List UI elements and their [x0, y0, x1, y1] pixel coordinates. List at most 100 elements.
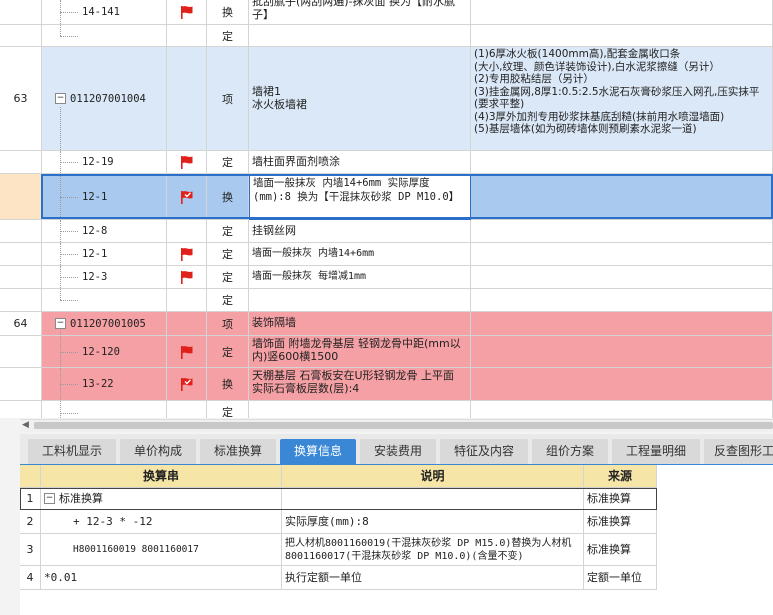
tab-features[interactable]: 特征及内容 — [440, 439, 528, 464]
row-number — [0, 401, 42, 418]
scrollbar-thumb[interactable] — [34, 422, 773, 429]
desc-edit-cell[interactable]: 墙面一般抹灰 内墙14+6mm 实际厚度(mm):8 换为【干混抹灰砂浆 DP … — [249, 174, 471, 220]
source-cell: 标准换算 — [584, 534, 657, 566]
unit-cell: 换 — [207, 174, 249, 220]
code-cell[interactable]: 12-1 — [42, 243, 167, 266]
tab-conversion-info[interactable]: 换算信息 — [280, 439, 356, 464]
row-number: 3 — [20, 534, 41, 566]
tab-quantity-detail[interactable]: 工程量明细 — [612, 439, 700, 464]
code-cell[interactable]: 12-1 — [42, 174, 167, 220]
code-cell[interactable]: 14-141 — [42, 0, 167, 25]
code-cell[interactable] — [42, 401, 167, 418]
feature-cell[interactable] — [471, 336, 773, 368]
tab-labor-material[interactable]: 工料机显示 — [28, 439, 116, 464]
tab-reverse-lookup[interactable]: 反查图形工 — [704, 439, 773, 464]
collapse-toggle[interactable]: − — [55, 318, 66, 329]
tab-pricing-scheme[interactable]: 组价方案 — [532, 439, 608, 464]
horizontal-scrollbar[interactable]: ◀ — [20, 419, 773, 432]
feature-cell[interactable] — [471, 368, 773, 401]
feature-cell[interactable] — [471, 151, 773, 174]
desc-cell[interactable]: 墙面一般抹灰 内墙14+6mm — [249, 243, 471, 266]
unit-cell: 定 — [207, 25, 249, 47]
code-cell[interactable]: 12-3 — [42, 266, 167, 289]
formula-cell[interactable]: H8001160019 8001160017 — [41, 534, 282, 566]
table-row[interactable]: 12-120 定 墙饰面 附墙龙骨基层 轻钢龙骨中距(mm以内)竖600横150… — [0, 336, 773, 368]
row-number — [0, 243, 42, 266]
flag-cell[interactable] — [167, 336, 207, 368]
table-row[interactable]: 4 *0.01 执行定额一单位 定额一单位 — [20, 566, 657, 590]
desc-cell[interactable]: 墙柱面界面剂喷涂 — [249, 151, 471, 174]
table-row[interactable]: 定 — [0, 25, 773, 47]
row-number — [0, 220, 42, 243]
desc-cell[interactable]: 挂钢丝网 — [249, 220, 471, 243]
flag-cell[interactable] — [167, 243, 207, 266]
flag-cell[interactable] — [167, 174, 207, 220]
table-row[interactable]: 12-8 定 挂钢丝网 — [0, 220, 773, 243]
flag-cell[interactable] — [167, 266, 207, 289]
header-formula: 换算串 — [41, 465, 282, 488]
table-row[interactable]: 13-22 换 天棚基层 石膏板安在U形轻钢龙骨 上平面 实际石膏板层数(层):… — [0, 368, 773, 401]
table-row[interactable]: 64 −011207001005 项 装饰隔墙 — [0, 312, 773, 336]
code-cell[interactable]: 13-22 — [42, 368, 167, 401]
formula-cell[interactable]: + 12-3 * -12 — [41, 510, 282, 534]
code-cell[interactable]: 12-8 — [42, 220, 167, 243]
red-flag-icon — [180, 6, 192, 19]
table-row[interactable]: 2 + 12-3 * -12 实际厚度(mm):8 标准换算 — [20, 510, 657, 534]
tab-unit-price[interactable]: 单价构成 — [120, 439, 196, 464]
desc-cell[interactable]: 天棚基层 石膏板安在U形轻钢龙骨 上平面 实际石膏板层数(层):4 — [249, 368, 471, 401]
flag-cell[interactable] — [167, 289, 207, 312]
tab-standard-conversion[interactable]: 标准换算 — [200, 439, 276, 464]
flag-cell[interactable] — [167, 0, 207, 25]
code-text: 12-19 — [82, 156, 114, 168]
code-cell[interactable] — [42, 289, 167, 312]
desc-cell[interactable] — [249, 289, 471, 312]
red-flag-icon — [180, 156, 192, 169]
flag-cell[interactable] — [167, 47, 207, 151]
feature-cell[interactable] — [471, 243, 773, 266]
feature-cell[interactable] — [471, 220, 773, 243]
feature-cell[interactable] — [471, 174, 773, 220]
table-row[interactable]: 定 — [0, 401, 773, 418]
desc-cell[interactable]: 墙裙1 冰火板墙裙 — [249, 47, 471, 151]
desc-cell[interactable]: 装饰隔墙 — [249, 312, 471, 336]
row-number — [0, 336, 42, 368]
flag-cell[interactable] — [167, 401, 207, 418]
code-cell[interactable]: 12-120 — [42, 336, 167, 368]
table-row[interactable]: 12-19 定 墙柱面界面剂喷涂 — [0, 151, 773, 174]
feature-cell[interactable] — [471, 289, 773, 312]
code-cell[interactable]: −011207001004 — [42, 47, 167, 151]
table-row[interactable]: 14-141 换 批刮腻子(两刮两遍)-抹灰面 换为【耐水腻子】 — [0, 0, 773, 25]
flag-cell[interactable] — [167, 368, 207, 401]
desc-cell[interactable] — [249, 401, 471, 418]
table-row[interactable]: 63 −011207001004 项 墙裙1 冰火板墙裙 (1)6厚冰火板(14… — [0, 47, 773, 151]
flag-cell[interactable] — [167, 312, 207, 336]
table-row-selected[interactable]: 12-1 换 墙面一般抹灰 内墙14+6mm 实际厚度(mm):8 换为【干混抹… — [0, 174, 773, 220]
row-focus-outline — [20, 488, 657, 510]
flag-cell[interactable] — [167, 151, 207, 174]
desc-cell[interactable] — [249, 25, 471, 47]
flag-cell[interactable] — [167, 220, 207, 243]
flag-cell[interactable] — [167, 25, 207, 47]
desc-cell[interactable]: 批刮腻子(两刮两遍)-抹灰面 换为【耐水腻子】 — [249, 0, 471, 25]
tab-install-fee[interactable]: 安装费用 — [360, 439, 436, 464]
formula-cell[interactable]: *0.01 — [41, 566, 282, 590]
feature-cell[interactable] — [471, 266, 773, 289]
feature-cell[interactable] — [471, 0, 773, 25]
feature-cell[interactable] — [471, 312, 773, 336]
table-row[interactable]: 1 − 标准换算 标准换算 — [20, 488, 657, 510]
table-row[interactable]: 定 — [0, 289, 773, 312]
table-row[interactable]: 3 H8001160019 8001160017 把人材机8001160019(… — [20, 534, 657, 566]
feature-cell[interactable]: (1)6厚冰火板(1400mm高),配套金属收口条 (大小,纹理、颜色详装饰设计… — [471, 47, 773, 151]
collapse-toggle[interactable]: − — [55, 93, 66, 104]
desc-cell[interactable]: 墙饰面 附墙龙骨基层 轻钢龙骨中距(mm以内)竖600横1500 — [249, 336, 471, 368]
table-row[interactable]: 12-1 定 墙面一般抹灰 内墙14+6mm — [0, 243, 773, 266]
desc-cell[interactable]: 墙面一般抹灰 每增减1mm — [249, 266, 471, 289]
scroll-left-arrow-icon[interactable]: ◀ — [22, 420, 29, 430]
code-cell[interactable]: 12-19 — [42, 151, 167, 174]
table-row[interactable]: 12-3 定 墙面一般抹灰 每增减1mm — [0, 266, 773, 289]
code-cell[interactable] — [42, 25, 167, 47]
feature-cell[interactable] — [471, 25, 773, 47]
code-cell[interactable]: −011207001005 — [42, 312, 167, 336]
feature-cell[interactable] — [471, 401, 773, 418]
row-number — [0, 0, 42, 25]
